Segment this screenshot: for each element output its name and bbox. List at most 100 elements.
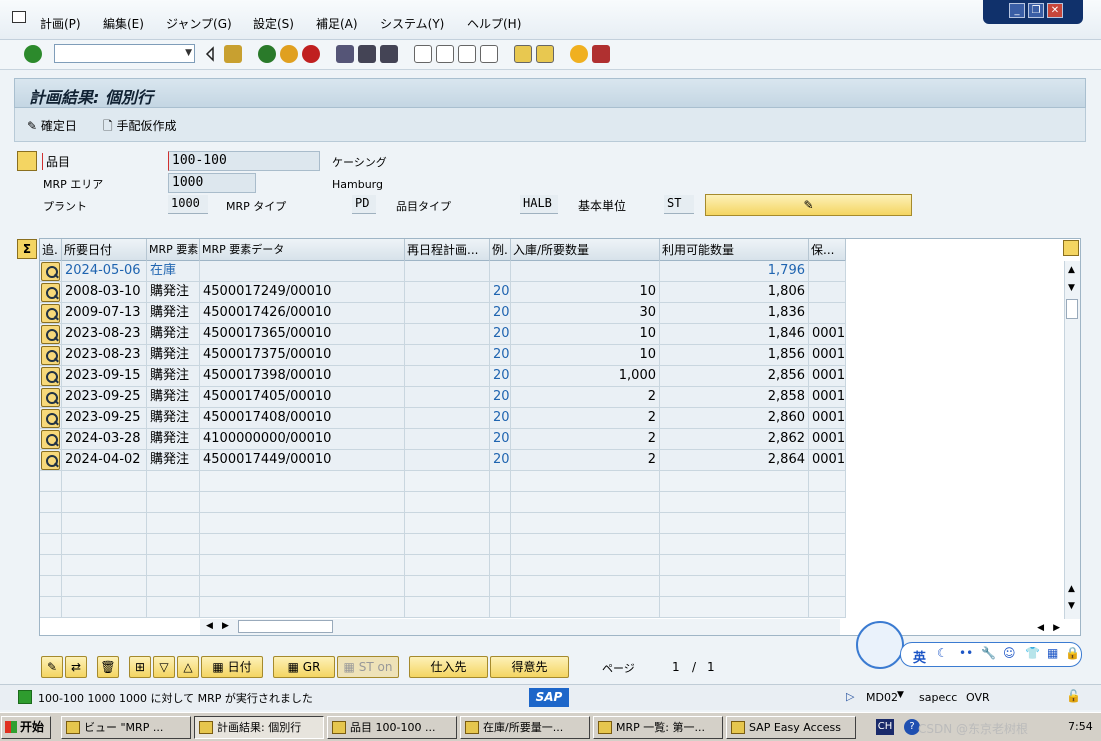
status-expand-icon[interactable]: ▷ xyxy=(846,690,854,703)
row-select-cell[interactable] xyxy=(40,366,62,387)
structure-icon[interactable]: ⊞ xyxy=(129,656,151,678)
exit-icon[interactable] xyxy=(280,45,298,63)
col-header-add[interactable]: 追. xyxy=(40,239,62,261)
lock-icon[interactable]: 🔒 xyxy=(1065,646,1080,660)
table-row[interactable]: 2023-09-15 購発注 4500017398/00010 20 1,000 2,85… xyxy=(40,366,846,387)
table-row[interactable]: 2024-03-28 購発注 4100000000/00010 20 2 2,862 000… xyxy=(40,429,846,450)
close-icon[interactable]: ✕ xyxy=(1047,3,1063,18)
task-stock-requirements[interactable]: 在庫/所要量一... xyxy=(460,716,590,739)
layout-icon[interactable] xyxy=(1063,240,1079,256)
start-button[interactable]: 开始 xyxy=(1,716,51,739)
details-icon[interactable] xyxy=(41,388,60,407)
row-select-cell[interactable] xyxy=(40,387,62,408)
row-select-cell[interactable] xyxy=(40,450,62,471)
help-icon[interactable] xyxy=(570,45,588,63)
col-header-mrp-element[interactable]: MRP 要素 xyxy=(147,239,200,261)
transaction-code[interactable]: MD02 xyxy=(866,691,898,704)
restore-icon[interactable]: ❐ xyxy=(1028,3,1044,18)
last-page-icon[interactable] xyxy=(480,45,498,63)
vertical-scrollbar[interactable]: ▲ ▼ ▲ ▼ xyxy=(1064,261,1080,619)
table-row[interactable]: 2024-04-02 購発注 4500017449/00010 20 2 2,864 000… xyxy=(40,450,846,471)
scroll-thumb[interactable] xyxy=(1066,299,1078,319)
gr-button[interactable]: ▦ GR xyxy=(273,656,335,678)
convert-icon[interactable]: ⇄ xyxy=(65,656,87,678)
scroll-up-bottom-icon[interactable]: ▲ xyxy=(1068,584,1075,594)
scroll-up-icon[interactable]: ▲ xyxy=(1068,265,1075,275)
apps-icon[interactable]: ▦ xyxy=(1047,646,1058,660)
find-next-icon[interactable] xyxy=(380,45,398,63)
command-field[interactable]: ▼ xyxy=(54,44,195,63)
menu-system[interactable]: システム(Y) xyxy=(380,15,444,32)
table-row[interactable]: 2008-03-10 購発注 4500017249/00010 20 10 1,806 xyxy=(40,282,846,303)
shortcut-icon[interactable] xyxy=(536,45,554,63)
col-header-storage[interactable]: 保... xyxy=(809,239,846,261)
row-select-cell[interactable] xyxy=(40,429,62,450)
details-icon[interactable] xyxy=(41,451,60,470)
table-row[interactable]: 2023-08-23 購発注 4500017365/00010 20 10 1,846 00… xyxy=(40,324,846,345)
ime-language[interactable]: 英 xyxy=(913,647,926,666)
mrp-area-field[interactable]: 1000 xyxy=(168,173,256,193)
col-header-date[interactable]: 所要日付 xyxy=(62,239,147,261)
horizontal-scrollbar[interactable]: ◀ ▶ xyxy=(200,619,840,635)
col-header-receipt-qty[interactable]: 入庫/所要数量 xyxy=(511,239,660,261)
layout-menu-icon[interactable] xyxy=(592,45,610,63)
emoji-icon[interactable]: ☺ xyxy=(1003,646,1016,660)
row-select-cell[interactable] xyxy=(40,282,62,303)
row-select-cell[interactable] xyxy=(40,345,62,366)
save-icon[interactable] xyxy=(224,45,242,63)
menu-extras[interactable]: 補足(A) xyxy=(316,15,358,32)
menu-goto[interactable]: ジャンプ(G) xyxy=(166,15,232,32)
hscroll-thumb[interactable] xyxy=(238,620,333,633)
skin-icon[interactable]: 👕 xyxy=(1025,646,1040,660)
tools-icon[interactable]: 🔧 xyxy=(981,646,996,660)
details-icon[interactable] xyxy=(41,409,60,428)
cancel-icon[interactable] xyxy=(302,45,320,63)
punctuation-icon[interactable]: •• xyxy=(959,646,973,660)
scroll-down-bottom-icon[interactable]: ▼ xyxy=(1068,601,1075,611)
date-button[interactable]: ▦ 日付 xyxy=(201,656,263,678)
back-arrow-icon[interactable] xyxy=(205,45,215,63)
table-row[interactable]: 2024-05-06 在庫 1,796 xyxy=(40,261,846,282)
col-header-exception[interactable]: 例. xyxy=(490,239,511,261)
print-icon[interactable] xyxy=(336,45,354,63)
row-select-cell[interactable] xyxy=(40,261,62,282)
previous-page-icon[interactable] xyxy=(436,45,454,63)
menu-plan[interactable]: 計画(P) xyxy=(40,15,81,32)
menu-help[interactable]: ヘルプ(H) xyxy=(467,15,521,32)
enter-icon[interactable] xyxy=(24,45,42,63)
menu-settings[interactable]: 設定(S) xyxy=(253,15,294,32)
task-mrp-list[interactable]: MRP 一覧: 第一... xyxy=(593,716,723,739)
row-select-cell[interactable] xyxy=(40,408,62,429)
status-message[interactable]: 100-100 1000 1000 に対して MRP が実行されました xyxy=(38,690,313,706)
details-icon[interactable] xyxy=(41,430,60,449)
row-select-cell[interactable] xyxy=(40,324,62,345)
details-icon[interactable] xyxy=(41,283,60,302)
customer-button[interactable]: 得意先 xyxy=(490,656,569,678)
filter-icon[interactable]: ▽ xyxy=(153,656,175,678)
task-material[interactable]: 品目 100-100 ... xyxy=(327,716,457,739)
sort-icon[interactable]: △ xyxy=(177,656,199,678)
col-header-reschedule[interactable]: 再日程計画... xyxy=(405,239,490,261)
material-field[interactable]: 100-100 xyxy=(168,151,320,171)
row-select-cell[interactable] xyxy=(40,303,62,324)
find-icon[interactable] xyxy=(358,45,376,63)
half-width-icon[interactable]: ☾ xyxy=(937,646,948,660)
edit-button[interactable]: ✎ xyxy=(705,194,912,216)
minimize-icon[interactable]: _ xyxy=(1009,3,1025,18)
col-header-available-qty[interactable]: 利用可能数量 xyxy=(660,239,809,261)
chevron-down-icon[interactable]: ▼ xyxy=(185,48,192,58)
table-row[interactable]: 2023-09-25 購発注 4500017405/00010 20 2 2,858 000… xyxy=(40,387,846,408)
first-page-icon[interactable] xyxy=(414,45,432,63)
task-view-mrp[interactable]: ビュー "MRP ... xyxy=(61,716,191,739)
st-on-button[interactable]: ▦ ST on xyxy=(337,656,399,678)
change-icon[interactable]: ✎ xyxy=(41,656,63,678)
table-row[interactable]: 2023-09-25 購発注 4500017408/00010 20 2 2,860 000… xyxy=(40,408,846,429)
next-page-icon[interactable] xyxy=(458,45,476,63)
task-sap-easy-access[interactable]: SAP Easy Access xyxy=(726,716,856,739)
details-icon[interactable] xyxy=(41,262,60,281)
ime-mascot-icon[interactable] xyxy=(856,621,904,669)
details-icon[interactable] xyxy=(41,325,60,344)
col-header-mrp-element-data[interactable]: MRP 要素データ xyxy=(200,239,405,261)
scroll-right-icon[interactable]: ▶ xyxy=(222,621,229,631)
create-procurement-button[interactable]: 🗋 手配仮作成 xyxy=(103,117,176,138)
